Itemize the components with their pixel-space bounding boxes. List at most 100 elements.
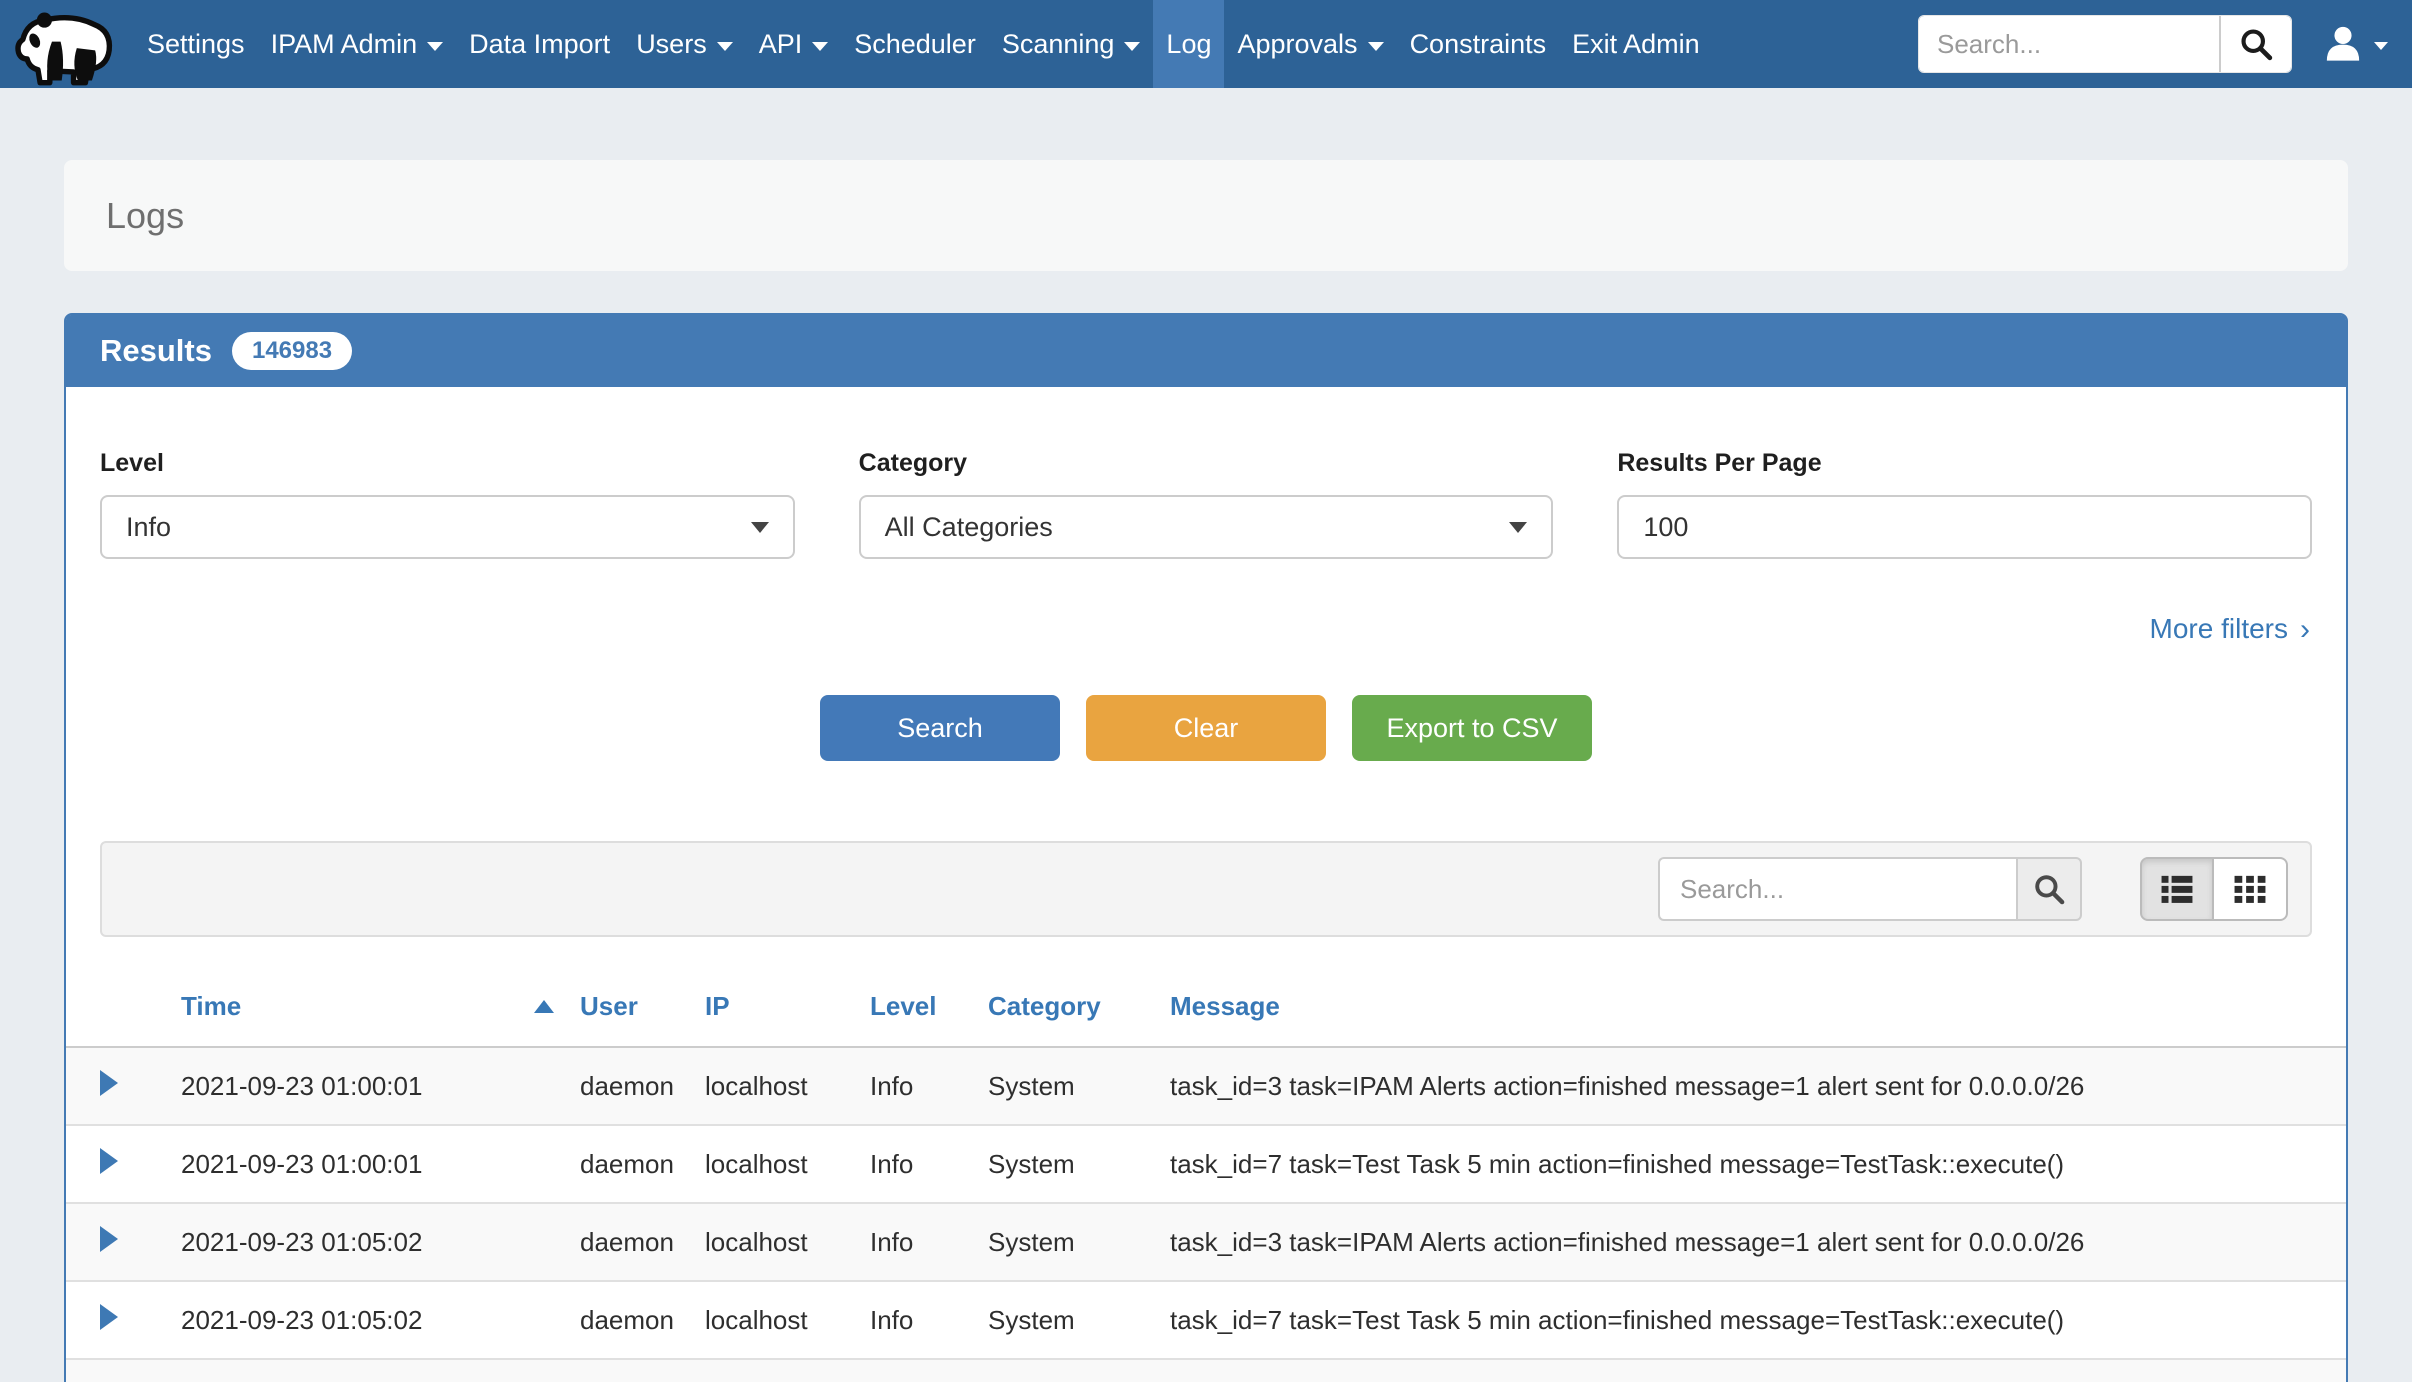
nav-item-scheduler[interactable]: Scheduler bbox=[841, 0, 989, 88]
results-panel: Results 146983 Level Info Category All C… bbox=[64, 313, 2348, 1382]
nav-item-exit-admin[interactable]: Exit Admin bbox=[1559, 0, 1713, 88]
expand-column-header bbox=[66, 973, 181, 1047]
nav-item-label: Constraints bbox=[1410, 29, 1547, 60]
column-header-category[interactable]: Category bbox=[988, 973, 1170, 1047]
level-select[interactable]: Info bbox=[100, 495, 795, 559]
caret-down-icon bbox=[717, 42, 733, 51]
cell-user: daemon bbox=[580, 1203, 705, 1281]
clear-button[interactable]: Clear bbox=[1086, 695, 1326, 761]
grid-view-icon bbox=[2233, 872, 2267, 906]
expand-row-icon[interactable] bbox=[100, 1070, 118, 1096]
search-button[interactable]: Search bbox=[820, 695, 1060, 761]
log-row[interactable]: 2021-09-23 01:10:02daemonlocalhostInfoSy… bbox=[66, 1359, 2346, 1382]
nav-item-api[interactable]: API bbox=[746, 0, 842, 88]
page-container: Logs Results 146983 Level Info Category … bbox=[64, 160, 2348, 1382]
panda-logo-icon bbox=[12, 5, 120, 87]
cell-user: daemon bbox=[580, 1281, 705, 1359]
column-header-level[interactable]: Level bbox=[870, 973, 988, 1047]
column-header-message[interactable]: Message bbox=[1170, 973, 2346, 1047]
cell-time: 2021-09-23 01:05:02 bbox=[181, 1281, 580, 1359]
cell-time: 2021-09-23 01:00:01 bbox=[181, 1125, 580, 1203]
cell-message: task_id=3 task=IPAM Alerts action=finish… bbox=[1170, 1359, 2346, 1382]
cell-expand bbox=[66, 1125, 181, 1203]
nav-item-label: Settings bbox=[147, 29, 245, 60]
cell-ip: localhost bbox=[705, 1125, 870, 1203]
nav-item-approvals[interactable]: Approvals bbox=[1224, 0, 1396, 88]
navbar-search-input[interactable] bbox=[1919, 16, 2219, 72]
category-select-value: All Categories bbox=[885, 512, 1053, 543]
cell-message: task_id=3 task=IPAM Alerts action=finish… bbox=[1170, 1203, 2346, 1281]
navbar-right bbox=[1918, 15, 2398, 73]
nav-items: Settings IPAM Admin Data Import Users API Sch… bbox=[134, 0, 1713, 88]
table-search-button[interactable] bbox=[2016, 857, 2082, 921]
log-table: Time User IP Level Category Message 2021… bbox=[66, 973, 2346, 1382]
results-count-badge: 146983 bbox=[232, 332, 352, 370]
nav-item-constraints[interactable]: Constraints bbox=[1397, 0, 1560, 88]
cell-expand bbox=[66, 1047, 181, 1125]
column-header-ip[interactable]: IP bbox=[705, 973, 870, 1047]
nav-item-label: API bbox=[759, 29, 803, 60]
per-page-label: Results Per Page bbox=[1617, 449, 2312, 478]
cell-category: System bbox=[988, 1203, 1170, 1281]
cell-time: 2021-09-23 01:05:02 bbox=[181, 1203, 580, 1281]
export-csv-button[interactable]: Export to CSV bbox=[1352, 695, 1592, 761]
nav-item-data-import[interactable]: Data Import bbox=[456, 0, 623, 88]
expand-row-icon[interactable] bbox=[100, 1304, 118, 1330]
log-row[interactable]: 2021-09-23 01:05:02daemonlocalhostInfoSy… bbox=[66, 1203, 2346, 1281]
table-toolbar bbox=[100, 841, 2312, 937]
cell-message: task_id=7 task=Test Task 5 min action=fi… bbox=[1170, 1125, 2346, 1203]
cell-expand bbox=[66, 1359, 181, 1382]
action-buttons: Search Clear Export to CSV bbox=[66, 695, 2346, 761]
view-toggle-group bbox=[2140, 857, 2288, 921]
table-search-input[interactable] bbox=[1658, 857, 2016, 921]
user-icon bbox=[2324, 25, 2362, 63]
column-header-user[interactable]: User bbox=[580, 973, 705, 1047]
nav-item-scanning[interactable]: Scanning bbox=[989, 0, 1154, 88]
search-icon bbox=[2032, 872, 2066, 906]
nav-item-label: Exit Admin bbox=[1572, 29, 1700, 60]
expand-row-icon[interactable] bbox=[100, 1148, 118, 1174]
chevron-right-icon: › bbox=[2300, 615, 2310, 645]
navbar-search-button[interactable] bbox=[2219, 16, 2291, 72]
navbar-search-group bbox=[1918, 15, 2292, 73]
user-menu[interactable] bbox=[2324, 25, 2398, 63]
cell-level: Info bbox=[870, 1047, 988, 1125]
cell-ip: localhost bbox=[705, 1359, 870, 1382]
per-page-field bbox=[1617, 495, 2312, 559]
nav-item-ipam-admin[interactable]: IPAM Admin bbox=[258, 0, 457, 88]
results-per-page-input[interactable] bbox=[1643, 512, 2286, 543]
cell-category: System bbox=[988, 1359, 1170, 1382]
column-header-time[interactable]: Time bbox=[181, 973, 580, 1047]
expand-row-icon[interactable] bbox=[100, 1226, 118, 1252]
list-view-button[interactable] bbox=[2140, 857, 2214, 921]
cell-level: Info bbox=[870, 1281, 988, 1359]
cell-user: daemon bbox=[580, 1125, 705, 1203]
more-filters-link[interactable]: More filters › bbox=[2150, 613, 2310, 645]
log-row[interactable]: 2021-09-23 01:05:02daemonlocalhostInfoSy… bbox=[66, 1281, 2346, 1359]
cell-level: Info bbox=[870, 1203, 988, 1281]
caret-down-icon bbox=[2374, 42, 2388, 50]
nav-item-settings[interactable]: Settings bbox=[134, 0, 258, 88]
cell-ip: localhost bbox=[705, 1203, 870, 1281]
search-icon bbox=[2238, 26, 2274, 62]
nav-item-label: IPAM Admin bbox=[271, 29, 418, 60]
cell-time: 2021-09-23 01:00:01 bbox=[181, 1047, 580, 1125]
cell-message: task_id=3 task=IPAM Alerts action=finish… bbox=[1170, 1047, 2346, 1125]
nav-item-log[interactable]: Log bbox=[1153, 0, 1224, 88]
nav-item-label: Approvals bbox=[1237, 29, 1357, 60]
log-row[interactable]: 2021-09-23 01:00:01daemonlocalhostInfoSy… bbox=[66, 1125, 2346, 1203]
nav-item-users[interactable]: Users bbox=[623, 0, 746, 88]
log-row[interactable]: 2021-09-23 01:00:01daemonlocalhostInfoSy… bbox=[66, 1047, 2346, 1125]
cell-level: Info bbox=[870, 1125, 988, 1203]
page-header: Logs bbox=[64, 160, 2348, 271]
caret-down-icon bbox=[1124, 42, 1140, 51]
list-view-icon bbox=[2160, 872, 2194, 906]
results-title: Results bbox=[100, 333, 212, 369]
nav-item-label: Users bbox=[636, 29, 707, 60]
grid-view-button[interactable] bbox=[2214, 857, 2288, 921]
cell-ip: localhost bbox=[705, 1281, 870, 1359]
cell-expand bbox=[66, 1281, 181, 1359]
per-page-filter: Results Per Page bbox=[1617, 449, 2312, 559]
category-select[interactable]: All Categories bbox=[859, 495, 1554, 559]
cell-user: daemon bbox=[580, 1047, 705, 1125]
